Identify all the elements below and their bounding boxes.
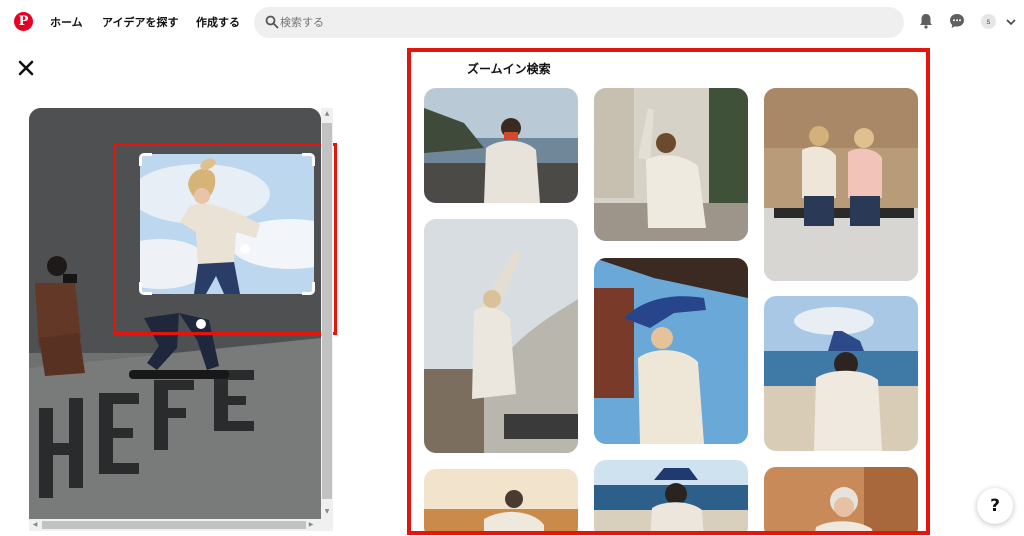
close-icon[interactable] [17,59,35,77]
horizontal-scroll-thumb[interactable] [42,521,306,529]
scroll-right-icon[interactable]: ▶ [307,521,315,529]
help-button[interactable]: ? [977,488,1013,524]
bell-icon[interactable] [917,12,935,30]
avatar[interactable]: s [981,14,996,29]
nav-create[interactable]: 作成する [196,14,240,30]
nav-explore[interactable]: アイデアを探す [102,14,178,30]
horizontal-scrollbar[interactable]: ◀ ▶ [29,519,333,531]
nav-home[interactable]: ホーム [50,14,83,30]
scroll-left-icon[interactable]: ◀ [31,521,39,529]
top-header: P ホーム アイデアを探す 作成する s [0,0,1024,44]
search-input[interactable] [280,7,880,38]
search-bar[interactable] [254,7,904,38]
scroll-down-icon[interactable]: ▼ [323,508,331,516]
search-icon [265,15,279,29]
chevron-down-icon[interactable] [1005,16,1017,28]
vertical-scroll-thumb[interactable] [322,123,332,499]
vertical-scrollbar[interactable]: ▲ ▼ [321,108,333,519]
highlight-box-crop [113,143,337,335]
highlight-box-results [407,48,930,535]
scroll-up-icon[interactable]: ▲ [323,110,331,118]
message-icon[interactable] [948,12,966,30]
pinterest-logo[interactable]: P [14,12,33,31]
